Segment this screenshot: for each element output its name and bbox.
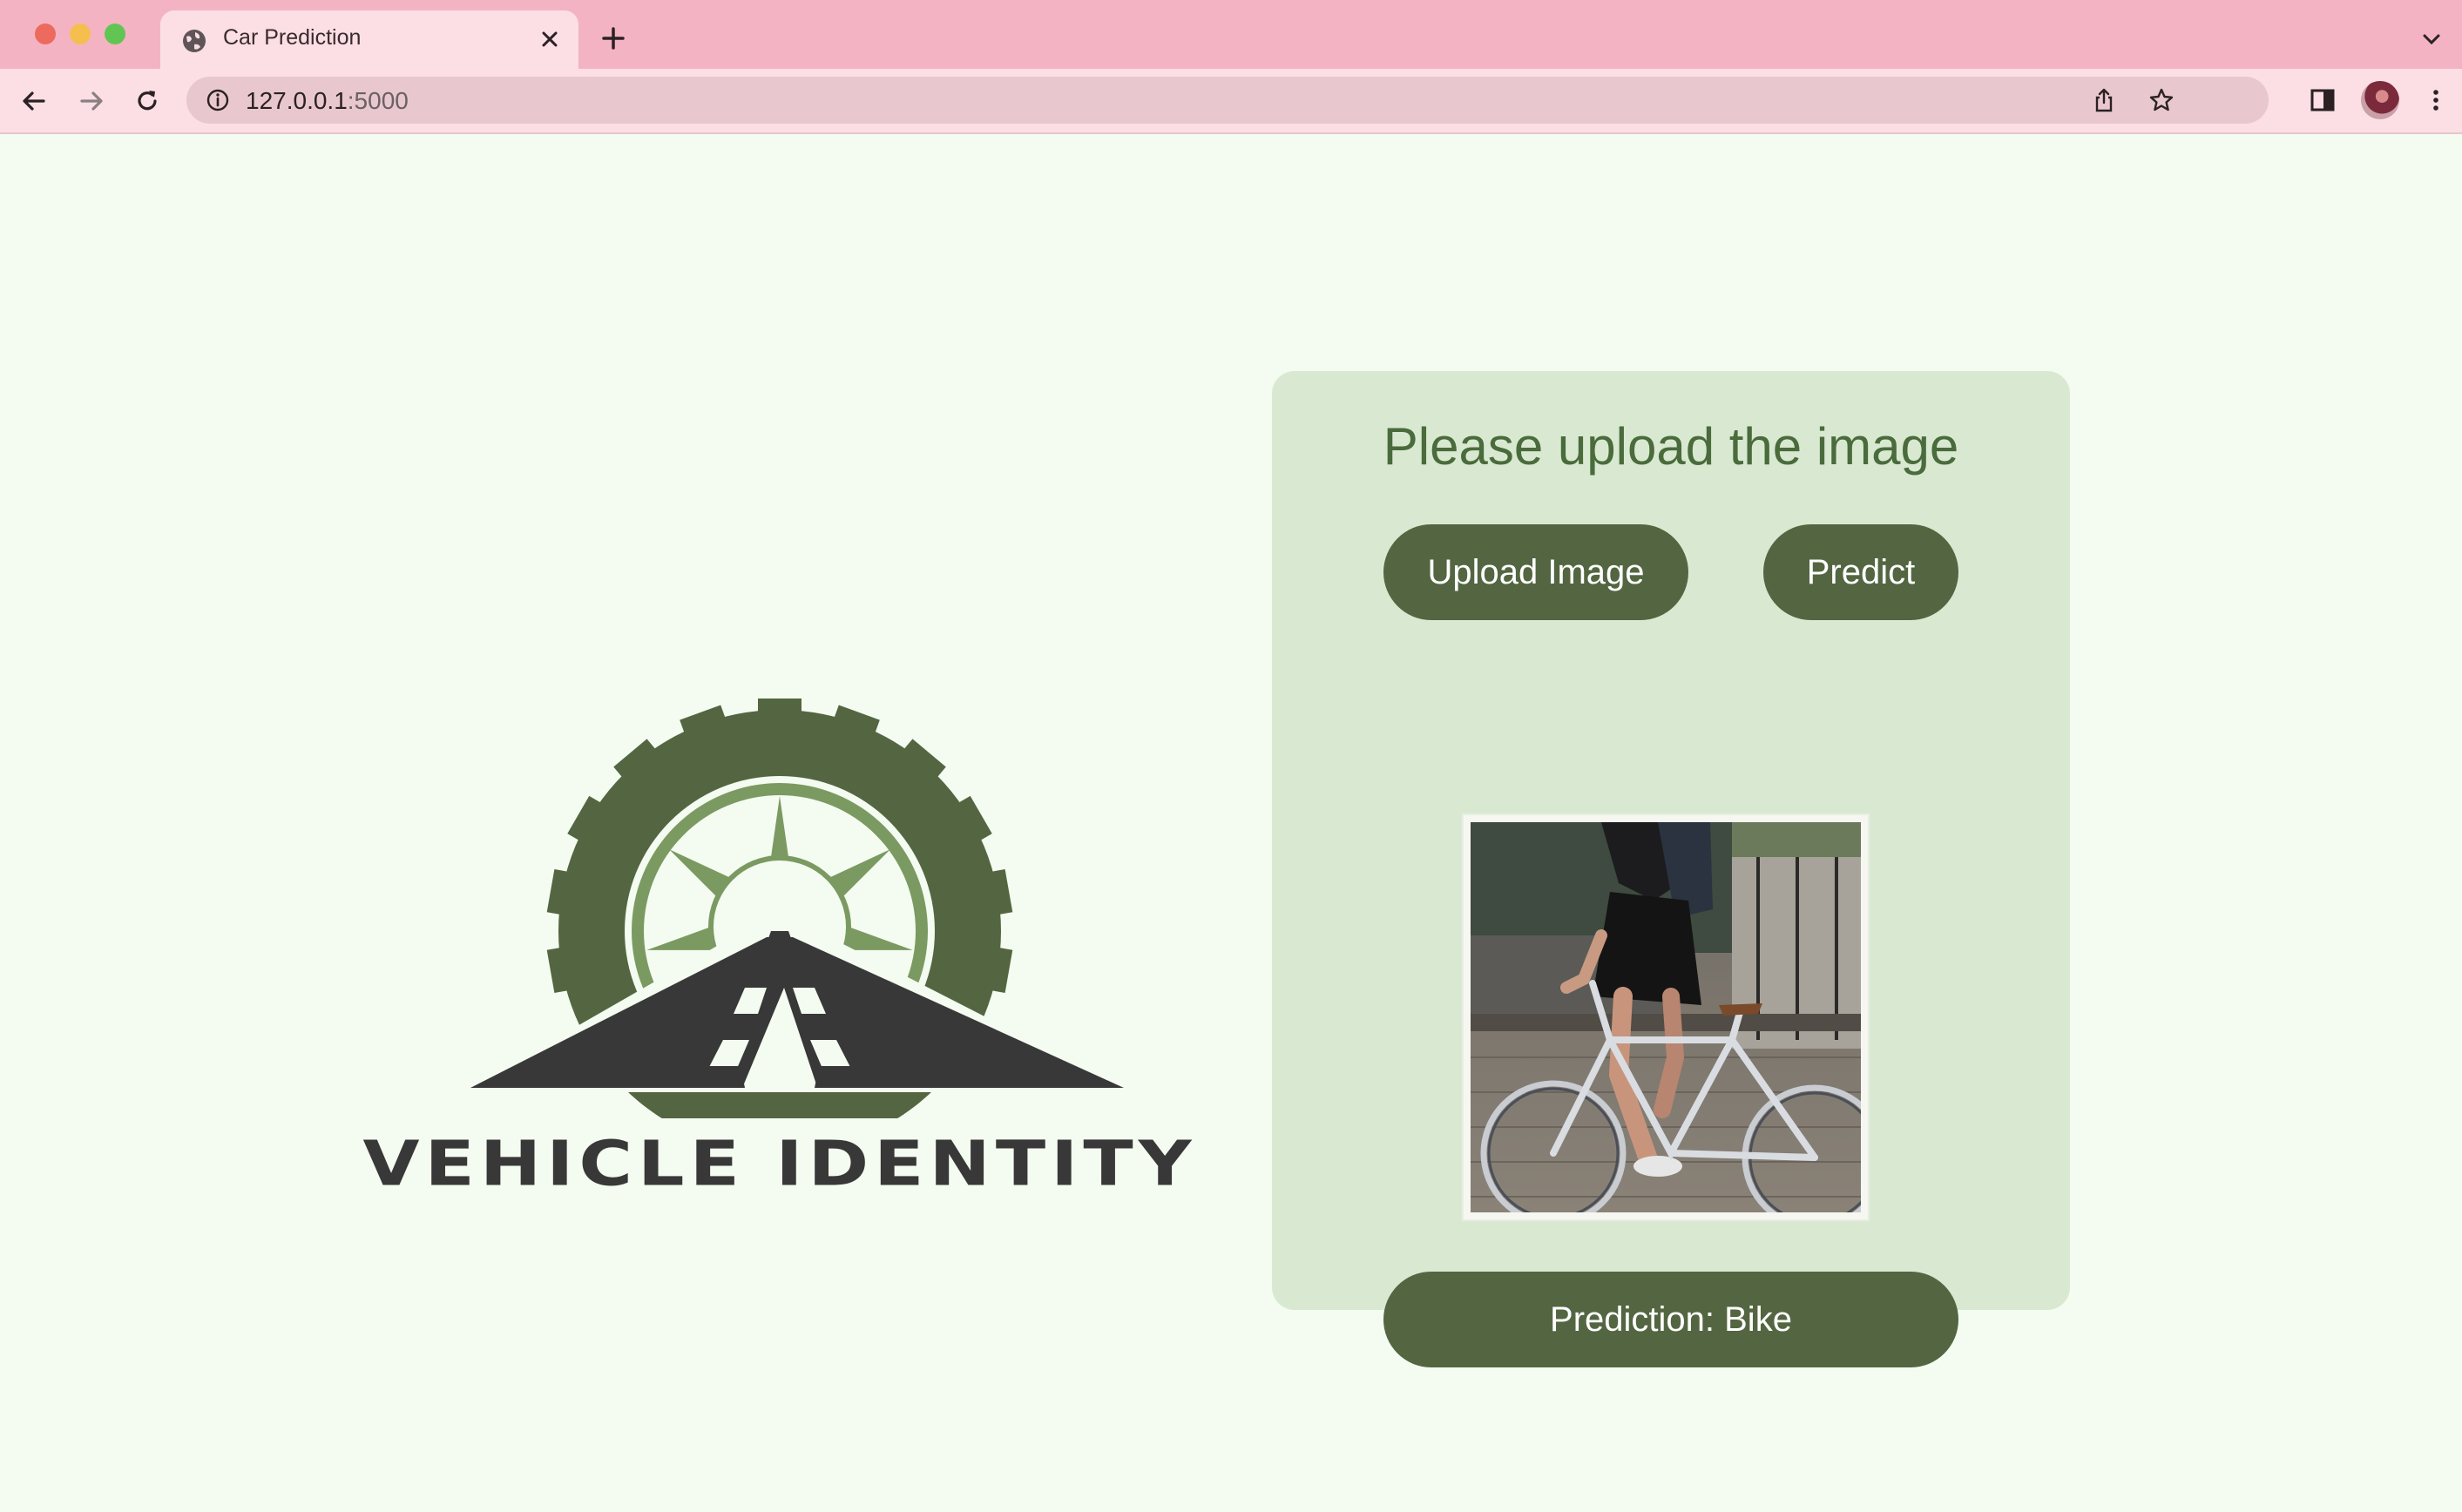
bookmark-star-icon[interactable] bbox=[2148, 87, 2175, 113]
url-port: :5000 bbox=[347, 87, 409, 114]
chevron-down-icon[interactable] bbox=[2420, 28, 2443, 51]
vehicle-identity-logo: VEHICLE IDENTITY bbox=[331, 578, 1228, 1240]
forward-arrow-icon[interactable] bbox=[77, 86, 106, 116]
site-info-icon[interactable] bbox=[206, 88, 230, 112]
uploaded-bicycle-photo bbox=[1471, 822, 1861, 1212]
side-panel-icon[interactable] bbox=[2309, 86, 2337, 114]
browser-toolbar: 127.0.0.1:5000 bbox=[0, 69, 2462, 134]
predict-button[interactable]: Predict bbox=[1763, 524, 1958, 620]
more-menu-icon[interactable] bbox=[2422, 86, 2450, 114]
url-text: 127.0.0.1:5000 bbox=[246, 87, 409, 115]
close-window-button[interactable] bbox=[35, 24, 56, 44]
browser-tab-bar: Car Prediction bbox=[0, 0, 2462, 69]
upload-image-button[interactable]: Upload Image bbox=[1383, 524, 1688, 620]
logo-wordmark: VEHICLE IDENTITY bbox=[362, 1127, 1197, 1200]
new-tab-plus-icon[interactable] bbox=[599, 24, 627, 52]
maximize-window-button[interactable] bbox=[105, 24, 125, 44]
share-icon[interactable] bbox=[2091, 87, 2117, 113]
image-preview bbox=[1462, 813, 1870, 1221]
profile-avatar[interactable] bbox=[2361, 81, 2399, 119]
tab-title: Car Prediction bbox=[223, 25, 362, 50]
globe-icon bbox=[183, 30, 206, 52]
address-bar[interactable]: 127.0.0.1:5000 bbox=[186, 77, 2269, 124]
reload-icon[interactable] bbox=[132, 86, 162, 116]
browser-tab-active[interactable]: Car Prediction bbox=[160, 10, 578, 69]
minimize-window-button[interactable] bbox=[70, 24, 91, 44]
upload-panel: Please upload the image Upload Image Pre… bbox=[1272, 371, 2070, 1367]
url-host: 127.0.0.1 bbox=[246, 87, 348, 114]
close-tab-icon[interactable] bbox=[537, 26, 563, 52]
prediction-result: Prediction: Bike bbox=[1383, 1272, 1958, 1367]
panel-title: Please upload the image bbox=[1383, 417, 1959, 476]
back-arrow-icon[interactable] bbox=[19, 86, 49, 116]
page-viewport: VEHICLE IDENTITY Please upload the image… bbox=[0, 134, 2462, 1512]
wheel-road-logo-icon bbox=[462, 699, 1133, 1152]
